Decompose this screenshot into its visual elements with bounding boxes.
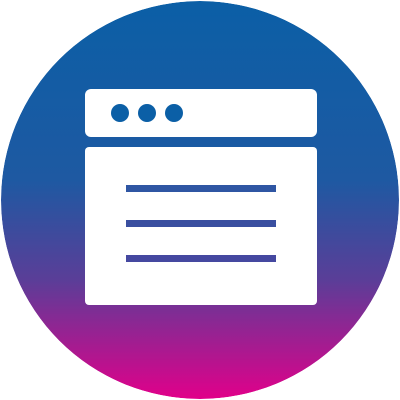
window-dot-1	[111, 104, 129, 122]
window-dot-3	[165, 104, 183, 122]
browser-window	[85, 89, 317, 305]
browser-window-icon	[1, 1, 399, 399]
window-text-line-3	[126, 255, 276, 262]
browser-window-badge	[1, 1, 399, 399]
window-text-line-2	[126, 220, 276, 227]
icon-stage	[0, 0, 400, 400]
window-text-line-1	[126, 185, 276, 192]
window-dot-2	[138, 104, 156, 122]
